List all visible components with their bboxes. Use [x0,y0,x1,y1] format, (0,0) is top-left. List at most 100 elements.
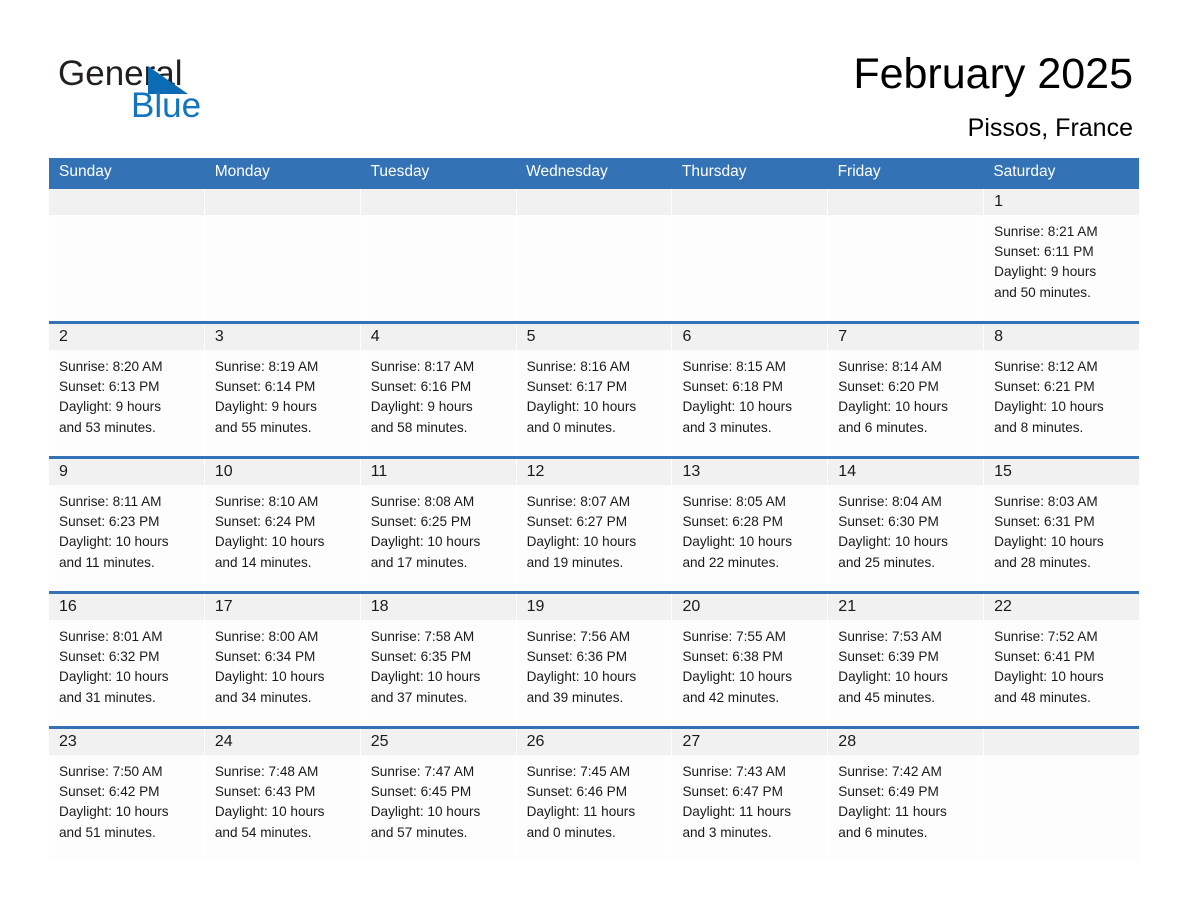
daylight-text-line2: and 25 minutes. [838,554,936,570]
week-row: 2 Sunrise: 8:20 AM Sunset: 6:13 PM Dayli… [49,321,1140,456]
daylight-text-line1: Daylight: 10 hours [526,534,637,550]
general-blue-logo[interactable]: General Blue [58,55,358,135]
sunset-text: Sunset: 6:45 PM [370,784,472,800]
sunset-text: Sunset: 6:23 PM [59,514,160,530]
day-cell[interactable]: 17 Sunrise: 8:00 AM Sunset: 6:34 PM Dayl… [204,594,361,726]
day-info: Sunrise: 8:01 AM Sunset: 6:32 PM Dayligh… [49,620,204,708]
day-cell[interactable]: 6 Sunrise: 8:15 AM Sunset: 6:18 PM Dayli… [672,324,829,456]
day-cell[interactable]: 16 Sunrise: 8:01 AM Sunset: 6:32 PM Dayl… [49,594,205,726]
daylight-text-line2: and 22 minutes. [682,554,780,570]
daylight-text-line1: Daylight: 10 hours [59,669,169,685]
day-cell[interactable] [984,729,1140,861]
daylight-text-line1: Daylight: 10 hours [214,534,325,550]
day-cell[interactable] [204,189,361,321]
daylight-text-line2: and 17 minutes. [370,554,468,570]
weekday-header-wednesday: Wednesday [526,163,608,180]
sunset-text: Sunset: 6:32 PM [59,649,160,665]
day-number: 26 [526,733,545,750]
day-number: 23 [59,733,77,750]
day-cell[interactable]: 21 Sunrise: 7:53 AM Sunset: 6:39 PM Dayl… [828,594,985,726]
day-info: Sunrise: 8:17 AM Sunset: 6:16 PM Dayligh… [361,350,516,438]
week-row: 16 Sunrise: 8:01 AM Sunset: 6:32 PM Dayl… [49,591,1140,726]
day-cell[interactable]: 3 Sunrise: 8:19 AM Sunset: 6:14 PM Dayli… [204,324,361,456]
daylight-text-line1: Daylight: 9 hours [59,399,162,415]
day-info [205,215,360,222]
daylight-text-line1: Daylight: 10 hours [994,399,1104,415]
day-cell[interactable]: 28 Sunrise: 7:42 AM Sunset: 6:49 PM Dayl… [828,729,985,861]
daylight-text-line1: Daylight: 10 hours [994,669,1104,685]
day-cell[interactable]: 23 Sunrise: 7:50 AM Sunset: 6:42 PM Dayl… [49,729,205,861]
daylight-text-line2: and 54 minutes. [214,824,312,840]
day-cell[interactable]: 20 Sunrise: 7:55 AM Sunset: 6:38 PM Dayl… [672,594,829,726]
day-cell[interactable] [672,189,829,321]
day-cell[interactable] [828,189,985,321]
daylight-text-line1: Daylight: 10 hours [682,534,793,550]
daylight-text-line2: and 19 minutes. [526,554,624,570]
day-cell[interactable]: 15 Sunrise: 8:03 AM Sunset: 6:31 PM Dayl… [984,459,1140,591]
day-number: 20 [682,598,701,615]
day-cell[interactable]: 8 Sunrise: 8:12 AM Sunset: 6:21 PM Dayli… [984,324,1140,456]
day-info: Sunrise: 8:08 AM Sunset: 6:25 PM Dayligh… [361,485,516,573]
day-cell[interactable] [360,189,517,321]
day-number-band: 23 [49,729,204,755]
day-cell[interactable]: 13 Sunrise: 8:05 AM Sunset: 6:28 PM Dayl… [672,459,829,591]
daylight-text-line2: and 45 minutes. [838,689,936,705]
day-cell[interactable]: 9 Sunrise: 8:11 AM Sunset: 6:23 PM Dayli… [49,459,205,591]
day-cell[interactable]: 24 Sunrise: 7:48 AM Sunset: 6:43 PM Dayl… [204,729,361,861]
day-number: 17 [214,598,233,615]
daylight-text-line2: and 55 minutes. [214,419,312,435]
day-cell[interactable]: 4 Sunrise: 8:17 AM Sunset: 6:16 PM Dayli… [360,324,517,456]
daylight-text-line2: and 0 minutes. [526,824,616,840]
sunrise-text: Sunrise: 8:05 AM [682,494,786,509]
day-info: Sunrise: 8:00 AM Sunset: 6:34 PM Dayligh… [205,620,360,708]
day-cell[interactable]: 27 Sunrise: 7:43 AM Sunset: 6:47 PM Dayl… [672,729,829,861]
day-info: Sunrise: 8:15 AM Sunset: 6:18 PM Dayligh… [672,350,827,438]
day-cell[interactable]: 14 Sunrise: 8:04 AM Sunset: 6:30 PM Dayl… [828,459,985,591]
day-number: 15 [994,463,1012,480]
week-row: 23 Sunrise: 7:50 AM Sunset: 6:42 PM Dayl… [49,726,1140,861]
day-cell[interactable]: 19 Sunrise: 7:56 AM Sunset: 6:36 PM Dayl… [516,594,673,726]
sunset-text: Sunset: 6:18 PM [682,379,783,395]
daylight-text-line1: Daylight: 10 hours [526,399,637,415]
day-cell[interactable]: 22 Sunrise: 7:52 AM Sunset: 6:41 PM Dayl… [984,594,1140,726]
day-info: Sunrise: 8:04 AM Sunset: 6:30 PM Dayligh… [828,485,983,573]
sunrise-text: Sunrise: 8:00 AM [214,629,319,644]
day-cell[interactable]: 1 Sunrise: 8:21 AM Sunset: 6:11 PM Dayli… [984,189,1140,321]
day-info [672,215,827,222]
sunrise-text: Sunrise: 8:08 AM [370,494,475,509]
sunrise-text: Sunrise: 7:42 AM [838,764,942,779]
day-number-band: 21 [828,594,984,620]
day-cell[interactable]: 2 Sunrise: 8:20 AM Sunset: 6:13 PM Dayli… [49,324,205,456]
day-cell[interactable]: 11 Sunrise: 8:08 AM Sunset: 6:25 PM Dayl… [360,459,517,591]
day-number-band: 5 [516,324,672,350]
day-cell[interactable] [516,189,673,321]
day-number-band [516,189,672,215]
day-cell[interactable]: 26 Sunrise: 7:45 AM Sunset: 6:46 PM Dayl… [516,729,673,861]
daylight-text-line2: and 50 minutes. [994,284,1091,300]
sunrise-text: Sunrise: 8:10 AM [214,494,319,509]
day-number: 19 [526,598,545,615]
daylight-text-line1: Daylight: 10 hours [838,399,948,415]
weekday-header-thursday: Thursday [681,163,747,180]
day-cell[interactable]: 18 Sunrise: 7:58 AM Sunset: 6:35 PM Dayl… [360,594,517,726]
sunset-text: Sunset: 6:28 PM [682,514,783,530]
daylight-text-line1: Daylight: 10 hours [214,669,325,685]
day-number-band: 7 [828,324,984,350]
day-info: Sunrise: 8:05 AM Sunset: 6:28 PM Dayligh… [672,485,827,573]
day-cell[interactable] [49,189,205,321]
sunrise-text: Sunrise: 7:48 AM [214,764,319,779]
week-row: 1 Sunrise: 8:21 AM Sunset: 6:11 PM Dayli… [49,186,1140,321]
day-number-band [984,729,1140,755]
sunset-text: Sunset: 6:24 PM [214,514,316,530]
day-cell[interactable]: 25 Sunrise: 7:47 AM Sunset: 6:45 PM Dayl… [360,729,517,861]
daylight-text-line2: and 57 minutes. [370,824,468,840]
day-number-band [828,189,984,215]
day-cell[interactable]: 5 Sunrise: 8:16 AM Sunset: 6:17 PM Dayli… [516,324,673,456]
day-cell[interactable]: 7 Sunrise: 8:14 AM Sunset: 6:20 PM Dayli… [828,324,985,456]
sunset-text: Sunset: 6:27 PM [526,514,628,530]
sunset-text: Sunset: 6:17 PM [526,379,628,395]
day-cell[interactable]: 12 Sunrise: 8:07 AM Sunset: 6:27 PM Dayl… [516,459,673,591]
day-cell[interactable]: 10 Sunrise: 8:10 AM Sunset: 6:24 PM Dayl… [204,459,361,591]
daylight-text-line1: Daylight: 11 hours [682,804,791,820]
daylight-text-line1: Daylight: 10 hours [682,399,793,415]
